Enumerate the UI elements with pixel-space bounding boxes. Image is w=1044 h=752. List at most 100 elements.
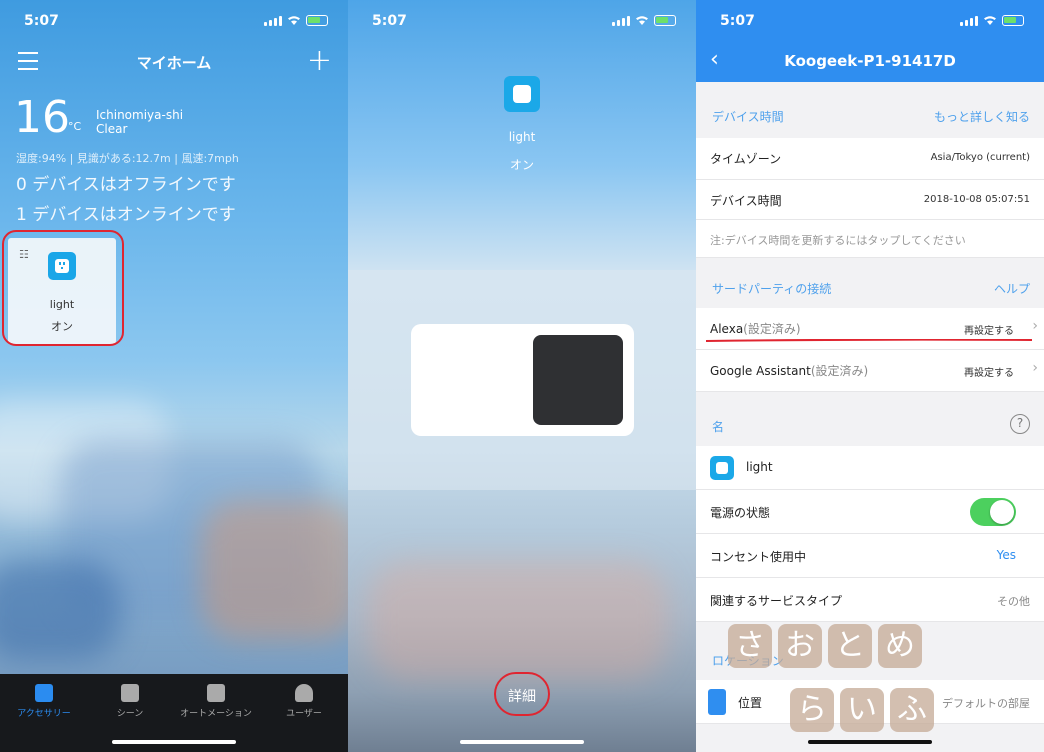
chevron-right-icon: ›	[1032, 318, 1038, 334]
section-label: デバイス時間	[712, 110, 784, 124]
wifi-icon	[288, 16, 300, 25]
row-label: デバイス時間	[710, 194, 782, 208]
tab-accessories[interactable]: アクセサリー	[4, 684, 84, 719]
battery-icon	[654, 15, 676, 26]
tab-scenes[interactable]: シーン	[90, 684, 170, 719]
page-title: マイホーム	[136, 54, 212, 72]
home-icon	[35, 684, 53, 702]
add-icon[interactable]: +	[307, 46, 332, 76]
row-value: 2018-10-08 05:07:51	[923, 194, 1030, 205]
section-device-time: デバイス時間 もっと詳しく知る	[696, 94, 1044, 138]
watermark-tile: と	[828, 624, 872, 668]
toggle-knob[interactable]	[533, 335, 623, 425]
weather-location: Ichinomiya-shi Clear	[96, 108, 183, 136]
wifi-icon	[984, 16, 996, 25]
row-label: 電源の状態	[710, 506, 771, 520]
reconfigure-link[interactable]: 再設定する	[964, 322, 1014, 337]
row-label: Google Assistant	[710, 364, 811, 378]
tab-label: シーン	[116, 709, 144, 719]
row-label: 関連するサービスタイプ	[710, 594, 843, 608]
power-switch[interactable]	[970, 498, 1016, 526]
watermark-tile: い	[840, 688, 884, 732]
annotation-circle	[2, 230, 124, 346]
row-label: Alexa	[710, 322, 744, 336]
tab-label: ユーザー	[286, 709, 322, 719]
signal-icon	[960, 15, 978, 26]
chevron-right-icon: ›	[1032, 360, 1038, 376]
signal-icon	[612, 15, 630, 26]
power-state-row: 電源の状態	[696, 490, 1044, 534]
annotation-underline	[706, 339, 1032, 342]
offline-count: 0 デバイスはオフラインです	[16, 175, 236, 195]
nav-bar: 5:07 ‹ Koogeek-P1-91417D	[696, 0, 1044, 82]
alexa-row[interactable]: Alexa(設定済み) 再設定する ›	[696, 308, 1044, 350]
service-type-row[interactable]: 関連するサービスタイプ その他	[696, 578, 1044, 622]
section-label: 名	[712, 420, 725, 434]
city-name: Ichinomiya-shi	[96, 108, 184, 122]
home-indicator[interactable]	[808, 740, 932, 744]
tab-users[interactable]: ユーザー	[264, 684, 344, 719]
signal-icon	[264, 15, 282, 26]
row-label: コンセント使用中	[710, 550, 807, 564]
outlet-icon	[504, 76, 540, 112]
battery-icon	[1002, 15, 1024, 26]
device-state: オン	[509, 158, 534, 172]
watermark-tile: ふ	[890, 688, 934, 732]
configured-suffix: (設定済み)	[810, 364, 869, 378]
configured-suffix: (設定済み)	[743, 322, 801, 336]
automation-icon	[207, 684, 225, 702]
device-name-row[interactable]: light	[696, 446, 1044, 490]
row-value: デフォルトの部屋	[942, 697, 1030, 710]
weather-details: 湿度:94% | 見識がある:12.7m | 風速:7mph	[16, 152, 239, 165]
annotation-circle	[494, 672, 550, 716]
device-settings-panel: 5:07 ‹ Koogeek-P1-91417D デバイス時間 もっと詳しく知る…	[696, 0, 1044, 752]
section-third-party: サードパーティの接続 ヘルプ	[696, 266, 1044, 310]
status-time: 5:07	[24, 13, 59, 29]
blurred-background	[200, 500, 348, 640]
power-toggle[interactable]	[411, 324, 634, 436]
tab-label: オートメーション	[180, 709, 252, 719]
room-icon	[708, 689, 726, 715]
status-bar: 5:07	[348, 10, 696, 32]
tab-automation[interactable]: オートメーション	[176, 684, 256, 719]
time-note: 注:デバイス時間を更新するにはタップしてください	[710, 234, 966, 247]
device-name: light	[746, 460, 773, 474]
row-value: Asia/Tokyo (current)	[930, 152, 1030, 163]
tab-bar: アクセサリー シーン オートメーション ユーザー	[0, 674, 348, 752]
outlet-icon	[710, 456, 734, 480]
timezone-row[interactable]: タイムゾーン Asia/Tokyo (current)	[696, 138, 1044, 180]
section-label: サードパーティの接続	[712, 282, 832, 296]
online-count: 1 デバイスはオンラインです	[16, 205, 236, 225]
help-circle-icon[interactable]: ?	[1010, 414, 1030, 434]
grid-icon	[121, 684, 139, 702]
tab-label: アクセサリー	[17, 709, 71, 719]
home-indicator[interactable]	[460, 740, 584, 744]
watermark-tile: お	[778, 624, 822, 668]
temperature: 16	[14, 92, 70, 143]
temperature-unit: °C	[68, 120, 82, 133]
help-link[interactable]: ヘルプ	[994, 280, 1030, 297]
watermark-tile: さ	[728, 624, 772, 668]
section-name: 名 ?	[696, 402, 1044, 446]
user-icon	[295, 684, 313, 702]
row-value: Yes	[996, 548, 1016, 562]
status-bar: 5:07	[0, 10, 348, 32]
google-assistant-row[interactable]: Google Assistant(設定済み) 再設定する ›	[696, 350, 1044, 392]
weather-condition: Clear	[96, 122, 128, 136]
learn-more-link[interactable]: もっと詳しく知る	[934, 108, 1030, 125]
status-time: 5:07	[720, 13, 755, 29]
device-control-panel: 5:07 light オン 詳細	[348, 0, 696, 752]
wifi-icon	[636, 16, 648, 25]
row-value: その他	[997, 595, 1030, 608]
blurred-background	[0, 560, 120, 660]
page-title: Koogeek-P1-91417D	[784, 52, 956, 70]
blurred-background	[368, 560, 668, 680]
watermark-tile: ら	[790, 688, 834, 732]
row-label: タイムゾーン	[710, 152, 782, 166]
device-time-row[interactable]: デバイス時間 2018-10-08 05:07:51	[696, 180, 1044, 220]
time-note-row[interactable]: 注:デバイス時間を更新するにはタップしてください	[696, 220, 1044, 258]
home-indicator[interactable]	[112, 740, 236, 744]
reconfigure-link[interactable]: 再設定する	[964, 364, 1014, 379]
device-name: light	[508, 130, 536, 144]
row-label: 位置	[738, 696, 763, 710]
